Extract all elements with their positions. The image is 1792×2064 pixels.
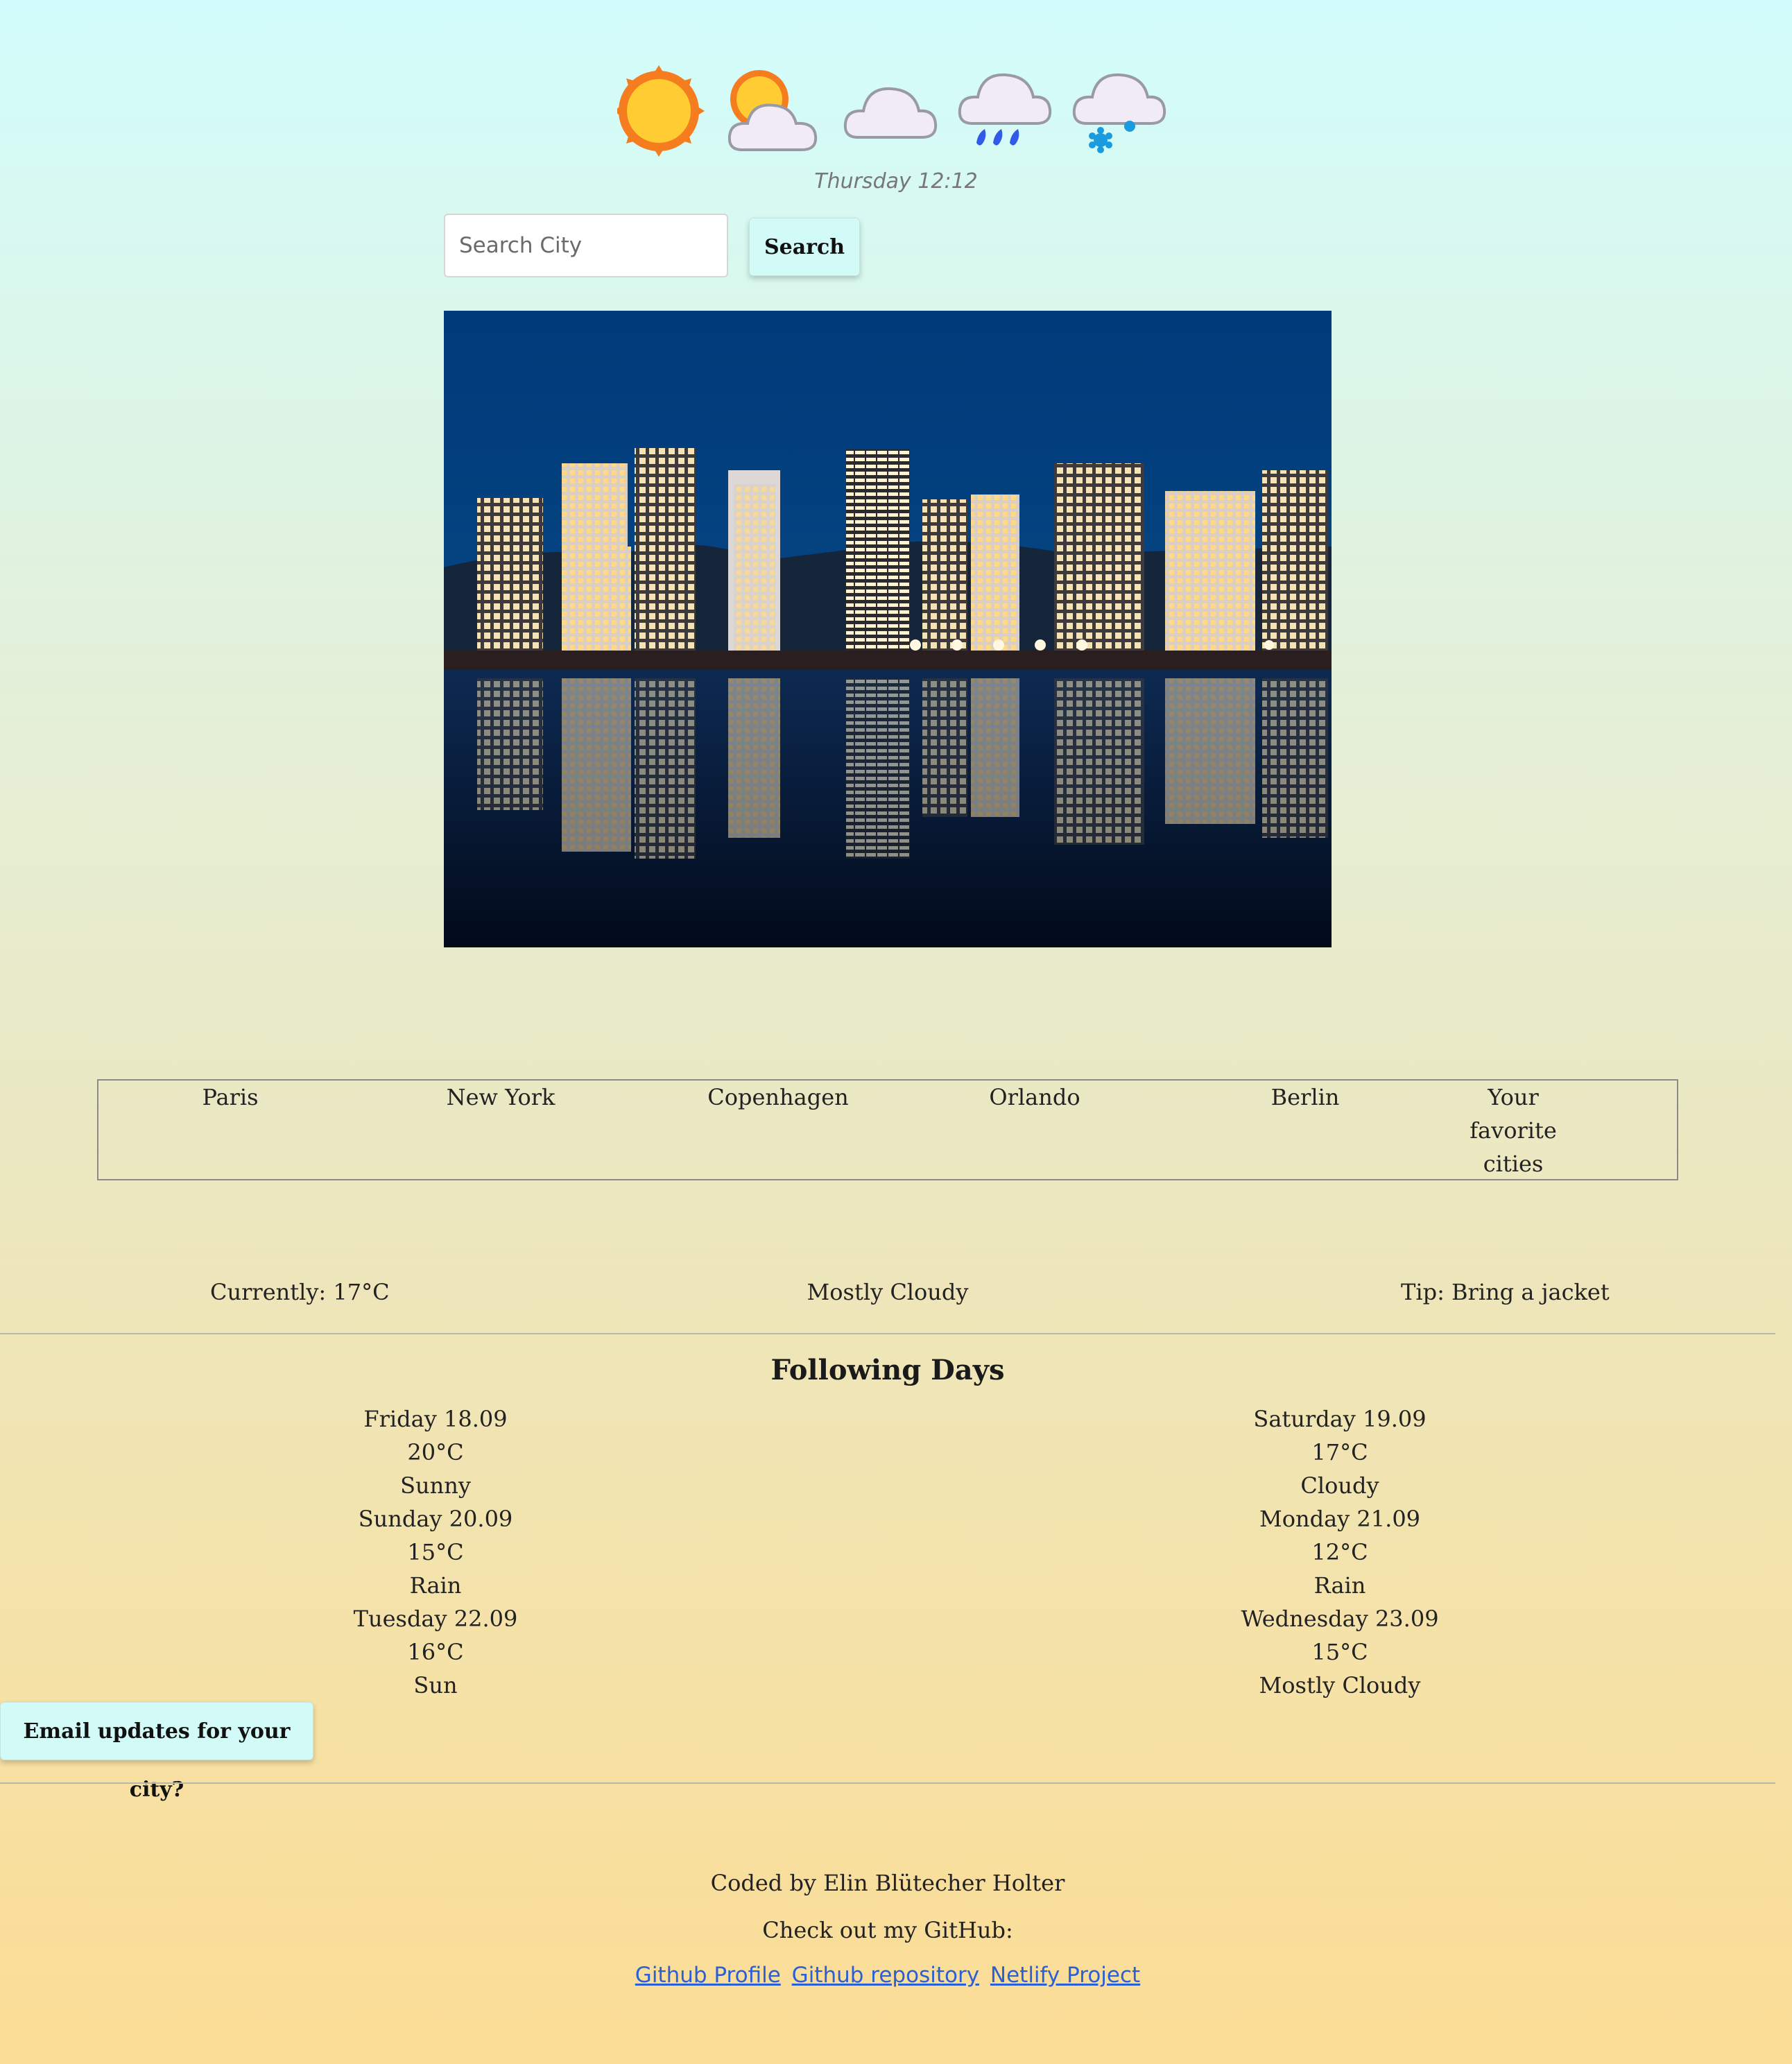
city-photo (444, 311, 1332, 947)
forecast-desc: Sunny (400, 1472, 471, 1499)
forecast-day: Monday 21.09 (1259, 1506, 1421, 1532)
divider (0, 1782, 1775, 1784)
footer-links: Github Profile Github repository Netlify… (0, 1963, 1775, 1988)
forecast-temp: 12°C (1311, 1539, 1368, 1565)
search-city-input[interactable]: Search City (444, 214, 728, 277)
forecast-temp: 17°C (1311, 1439, 1368, 1465)
forecast-day: Tuesday 22.09 (353, 1606, 518, 1632)
footer-github-prompt: Check out my GitHub: (762, 1917, 1013, 1943)
forecast-title: Following Days (770, 1354, 1005, 1386)
netlify-project-link[interactable]: Netlify Project (990, 1963, 1140, 1988)
forecast-day: Wednesday 23.09 (1241, 1606, 1439, 1632)
snow-icon (1072, 73, 1166, 153)
github-profile-link[interactable]: Github Profile (635, 1963, 781, 1988)
favorite-cities-caption: Your favorite cities (1444, 1081, 1583, 1180)
forecast-desc: Rain (409, 1572, 462, 1599)
forecast-day: Sunday 20.09 (358, 1506, 513, 1532)
rain-icon (958, 73, 1052, 146)
forecast-column-right: Saturday 19.09 17°C Cloudy Monday 21.09 … (1132, 1402, 1548, 1702)
favorite-city-berlin[interactable]: Berlin (1236, 1081, 1375, 1114)
favorite-city-paris[interactable]: Paris (168, 1081, 293, 1114)
weather-icon-strip (610, 61, 1179, 158)
caption-line: favorite (1470, 1117, 1557, 1144)
email-updates-button[interactable]: Email updates for your city? (0, 1702, 313, 1802)
forecast-temp: 16°C (407, 1639, 464, 1665)
caption-line: Your (1488, 1084, 1539, 1110)
footer-credit: Coded by Elin Blütecher Holter (710, 1870, 1065, 1896)
weather-tip: Tip: Bring a jacket (1401, 1279, 1610, 1305)
forecast-desc: Sun (413, 1672, 458, 1699)
partly-cloudy-icon (728, 70, 818, 151)
forecast-day: Friday 18.09 (363, 1406, 508, 1432)
cloud-icon (843, 87, 938, 139)
favorite-city-new-york[interactable]: New York (417, 1081, 584, 1114)
forecast-temp: 15°C (1311, 1639, 1368, 1665)
forecast-day: Saturday 19.09 (1253, 1406, 1427, 1432)
forecast-desc: Rain (1313, 1572, 1366, 1599)
forecast-column-left: Friday 18.09 20°C Sunny Sunday 20.09 15°… (227, 1402, 644, 1702)
sun-icon (617, 65, 705, 157)
favorite-city-orlando[interactable]: Orlando (958, 1081, 1111, 1114)
divider (0, 1333, 1775, 1334)
forecast-desc: Mostly Cloudy (1259, 1672, 1421, 1699)
forecast-temp: 20°C (407, 1439, 464, 1465)
github-repository-link[interactable]: Github repository (792, 1963, 979, 1988)
forecast-temp: 15°C (407, 1539, 464, 1565)
search-button[interactable]: Search (749, 218, 860, 276)
forecast-desc: Cloudy (1300, 1472, 1379, 1499)
favorite-cities-bar: Paris New York Copenhagen Orlando Berlin… (97, 1079, 1678, 1180)
current-day-time: Thursday 12:12 (814, 169, 978, 194)
favorite-city-copenhagen[interactable]: Copenhagen (674, 1081, 882, 1114)
caption-line: cities (1483, 1151, 1544, 1177)
